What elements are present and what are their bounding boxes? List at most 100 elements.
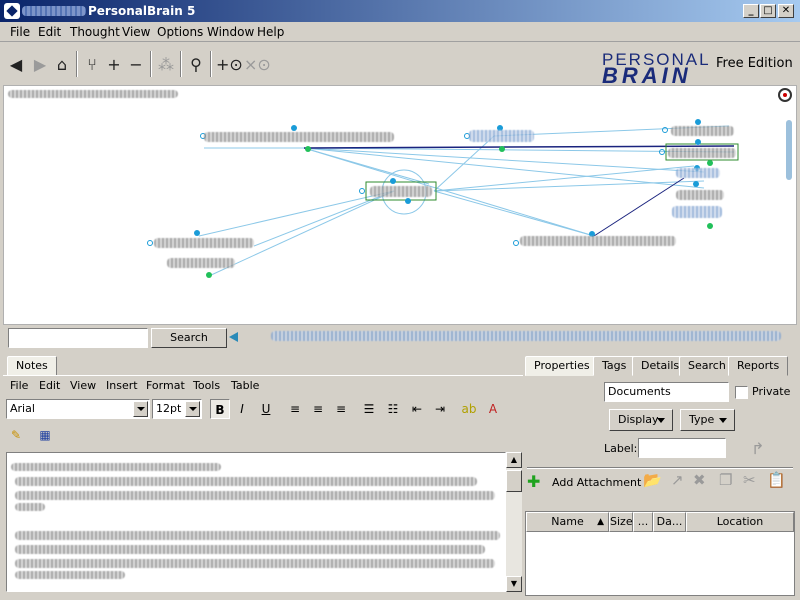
notes-menu-edit[interactable]: Edit — [39, 379, 60, 392]
notes-menu-format[interactable]: Format — [146, 379, 185, 392]
thought-node[interactable] — [668, 148, 736, 158]
chevron-down-icon[interactable] — [133, 401, 148, 417]
scroll-up-icon[interactable]: ▲ — [506, 452, 522, 468]
align-right-icon[interactable]: ≡ — [331, 399, 351, 419]
notes-menu-insert[interactable]: Insert — [106, 379, 138, 392]
search-input[interactable] — [8, 328, 148, 348]
outdent-icon[interactable]: ⇤ — [407, 399, 427, 419]
thought-type-field[interactable]: Documents — [604, 382, 729, 402]
tab-notes[interactable]: Notes — [7, 356, 57, 376]
display-dropdown[interactable]: Display — [609, 409, 673, 431]
menu-help[interactable]: Help — [257, 25, 284, 39]
thought-node[interactable] — [469, 130, 534, 142]
minimize-button[interactable]: _ — [743, 4, 759, 18]
align-left-icon[interactable]: ≡ — [285, 399, 305, 419]
redacted-text — [15, 571, 125, 579]
delete-link-icon[interactable]: ×⊙ — [244, 55, 271, 75]
notes-menu-view[interactable]: View — [70, 379, 96, 392]
scroll-down-icon[interactable]: ▼ — [506, 576, 522, 592]
font-size-select[interactable]: 12pt — [152, 399, 202, 419]
cut-icon[interactable]: ✂ — [743, 471, 756, 489]
menu-file[interactable]: File — [10, 25, 30, 39]
notes-menu-file[interactable]: File — [10, 379, 28, 392]
notes-menu-bar: File Edit View Insert Format Tools Table — [3, 375, 523, 395]
thought-node[interactable] — [167, 258, 235, 268]
menu-view[interactable]: View — [122, 25, 150, 39]
italic-icon[interactable]: I — [232, 399, 252, 419]
tab-reports[interactable]: Reports — [728, 356, 789, 376]
delete-attachment-icon[interactable]: ✖ — [693, 471, 706, 489]
thought-node[interactable] — [676, 190, 724, 200]
add-attachment-button[interactable]: ✚ Add Attachment — [527, 472, 641, 494]
paste-icon[interactable]: 📋 — [767, 471, 786, 489]
search-icon[interactable]: ⚲ — [186, 55, 206, 75]
column-name[interactable]: Name ▲ — [526, 512, 609, 532]
insert-table-icon[interactable]: ▦ — [35, 425, 55, 445]
font-size-value: 12pt — [156, 402, 182, 415]
tab-properties[interactable]: Properties — [525, 356, 599, 376]
indent-icon[interactable]: ⇥ — [430, 399, 450, 419]
highlight-icon[interactable]: ab — [459, 399, 479, 419]
font-family-select[interactable]: Arial — [6, 399, 150, 419]
menu-options[interactable]: Options — [157, 25, 203, 39]
slider-thumb[interactable] — [786, 120, 792, 180]
label-arrow-icon[interactable]: ↱ — [751, 439, 764, 458]
open-folder-icon[interactable]: 📂 — [643, 471, 662, 489]
thought-node[interactable] — [676, 168, 720, 178]
search-button[interactable]: Search — [151, 328, 227, 348]
tab-tags[interactable]: Tags — [593, 356, 636, 376]
column-location[interactable]: Location — [686, 512, 794, 532]
create-link-icon[interactable]: +⊙ — [216, 55, 243, 75]
tab-search[interactable]: Search — [679, 356, 735, 376]
toolbar-separator — [180, 51, 182, 77]
remove-thought-icon[interactable]: − — [126, 55, 146, 75]
bold-icon[interactable]: B — [210, 399, 230, 419]
thought-node-active[interactable] — [370, 186, 432, 197]
open-attachment-icon[interactable]: ↗ — [671, 471, 684, 489]
properties-panel: Properties Tags Details Search Reports D… — [523, 353, 797, 598]
label-field[interactable] — [638, 438, 726, 458]
plex-zoom-slider[interactable] — [782, 106, 796, 236]
thought-node[interactable] — [204, 132, 394, 142]
expand-arrow-icon[interactable] — [229, 332, 238, 342]
notes-editor[interactable] — [6, 452, 506, 592]
forward-icon[interactable]: ▶ — [30, 55, 50, 75]
attachments-table[interactable]: Name ▲ Size ... Da... Location — [525, 511, 795, 596]
menu-thought[interactable]: Thought — [70, 25, 120, 39]
column-kind[interactable]: ... — [633, 512, 653, 532]
copy-icon[interactable]: ❐ — [719, 471, 732, 489]
column-size[interactable]: Size — [609, 512, 633, 532]
app-icon[interactable] — [4, 3, 20, 19]
notes-menu-tools[interactable]: Tools — [193, 379, 220, 392]
scroll-thumb[interactable] — [506, 470, 522, 492]
notes-menu-table[interactable]: Table — [231, 379, 259, 392]
menu-edit[interactable]: Edit — [38, 25, 61, 39]
thought-node[interactable] — [671, 126, 734, 136]
underline-icon[interactable]: U — [256, 399, 276, 419]
text-color-icon[interactable]: A — [483, 399, 503, 419]
menu-window[interactable]: Window — [207, 25, 254, 39]
notes-scrollbar[interactable]: ▲ ▼ — [506, 452, 522, 592]
plex-navigation-icon[interactable] — [778, 88, 792, 102]
close-button[interactable]: ✕ — [778, 4, 794, 18]
redacted-title-prefix — [22, 6, 86, 16]
plex-canvas[interactable] — [3, 85, 797, 325]
thought-node[interactable] — [672, 206, 722, 218]
maximize-button[interactable]: □ — [760, 4, 776, 18]
type-dropdown[interactable]: Type — [680, 409, 735, 431]
bullet-list-icon[interactable]: ☰ — [359, 399, 379, 419]
link-thoughts-icon[interactable]: ⑂ — [82, 55, 102, 75]
redacted-text — [15, 545, 485, 554]
private-checkbox[interactable] — [735, 386, 748, 399]
chevron-down-icon[interactable] — [185, 401, 200, 417]
back-icon[interactable]: ◀ — [6, 55, 26, 75]
align-center-icon[interactable]: ≡ — [308, 399, 328, 419]
numbered-list-icon[interactable]: ☷ — [383, 399, 403, 419]
add-thought-icon[interactable]: + — [104, 55, 124, 75]
thought-node[interactable] — [520, 236, 676, 246]
network-icon[interactable]: ⁂ — [156, 55, 176, 75]
thought-node[interactable] — [154, 238, 254, 248]
home-icon[interactable]: ⌂ — [52, 55, 72, 75]
column-date[interactable]: Da... — [653, 512, 686, 532]
clear-format-icon[interactable]: ✎ — [6, 425, 26, 445]
